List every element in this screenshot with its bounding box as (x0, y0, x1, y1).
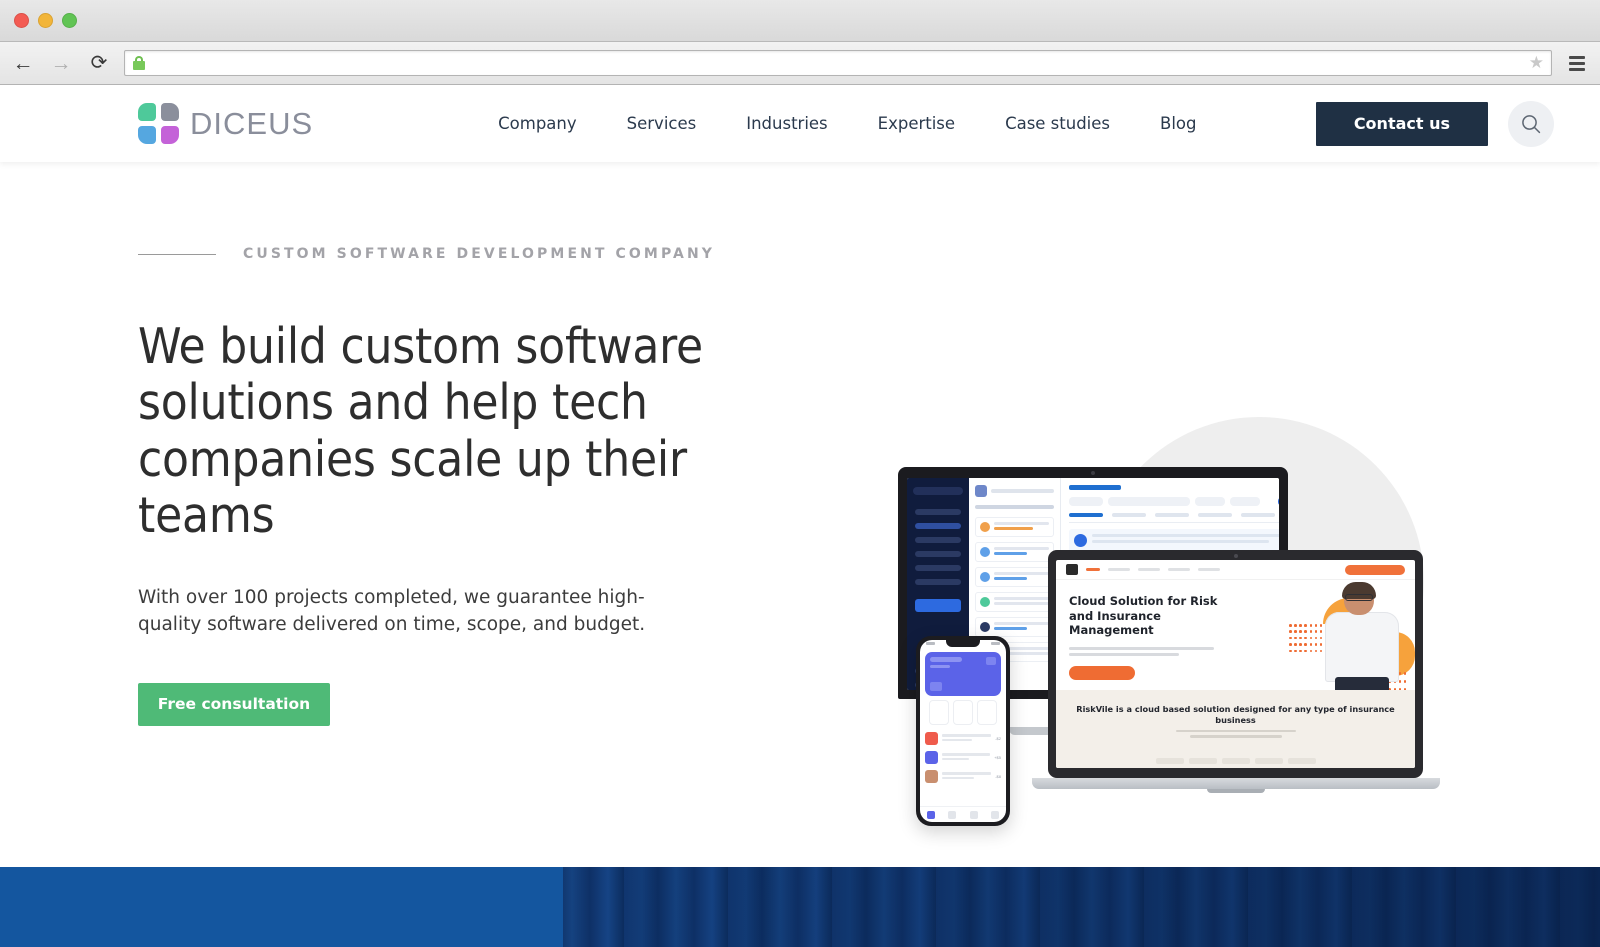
hero-eyebrow: CUSTOM SOFTWARE DEVELOPMENT COMPANY (138, 246, 1600, 262)
page-title: We build custom software solutions and h… (138, 318, 703, 545)
macbook-mockup: Cloud Solution for Risk and Insurance Ma… (1032, 550, 1440, 793)
hero-device-mockup: Cloud Solution for Risk and Insurance Ma… (880, 402, 1480, 832)
header-actions: Contact us (1315, 100, 1554, 147)
minimize-window-button[interactable] (38, 13, 53, 28)
bookmark-star-icon[interactable]: ★ (1529, 53, 1544, 73)
nav-item-industries[interactable]: Industries (721, 114, 852, 133)
macbook-headline: Cloud Solution for Risk and Insurance Ma… (1069, 594, 1218, 638)
secure-lock-icon (132, 55, 146, 71)
nav-item-expertise[interactable]: Expertise (853, 114, 980, 133)
page-viewport: DICEUS Company Services Industries Exper… (0, 85, 1600, 947)
nav-item-company[interactable]: Company (473, 114, 602, 133)
site-logo[interactable]: DICEUS (138, 103, 313, 144)
window-controls (14, 13, 77, 28)
logo-wordmark: DICEUS (190, 105, 314, 141)
zoom-window-button[interactable] (62, 13, 77, 28)
browser-window: ← → ⟳ ★ DICEUS Company Services Industri… (0, 0, 1600, 947)
macbook-banner-text: RiskVile is a cloud based solution desig… (1076, 704, 1395, 726)
browser-toolbar: ← → ⟳ ★ (0, 42, 1600, 85)
back-button[interactable]: ← (10, 50, 36, 76)
hamburger-menu-icon[interactable] (1564, 50, 1590, 76)
nav-item-services[interactable]: Services (602, 114, 722, 133)
eyebrow-text: CUSTOM SOFTWARE DEVELOPMENT COMPANY (243, 246, 716, 262)
free-consultation-button[interactable]: Free consultation (138, 682, 330, 726)
close-window-button[interactable] (14, 13, 29, 28)
search-icon (1522, 114, 1541, 133)
main-navigation: Company Services Industries Expertise Ca… (473, 114, 1221, 133)
nav-item-blog[interactable]: Blog (1135, 114, 1221, 133)
reload-button[interactable]: ⟳ (86, 50, 112, 76)
forward-button[interactable]: → (48, 50, 74, 76)
services-content: Services Software architecture (0, 867, 1600, 947)
hero-section: CUSTOM SOFTWARE DEVELOPMENT COMPANY We b… (0, 162, 1600, 867)
services-section: Services Software architecture (0, 867, 1600, 947)
address-bar[interactable]: ★ (124, 50, 1552, 76)
browser-titlebar (0, 0, 1600, 42)
phone-mockup: -$2 +$5 -$8 (916, 636, 1010, 826)
hero-subtitle: With over 100 projects completed, we gua… (138, 587, 646, 635)
diceus-logo-icon (138, 103, 179, 144)
site-header: DICEUS Company Services Industries Exper… (0, 85, 1600, 162)
contact-us-button[interactable]: Contact us (1315, 101, 1488, 146)
eyebrow-rule (138, 253, 216, 255)
nav-item-case-studies[interactable]: Case studies (980, 114, 1135, 133)
search-button[interactable] (1508, 100, 1554, 147)
